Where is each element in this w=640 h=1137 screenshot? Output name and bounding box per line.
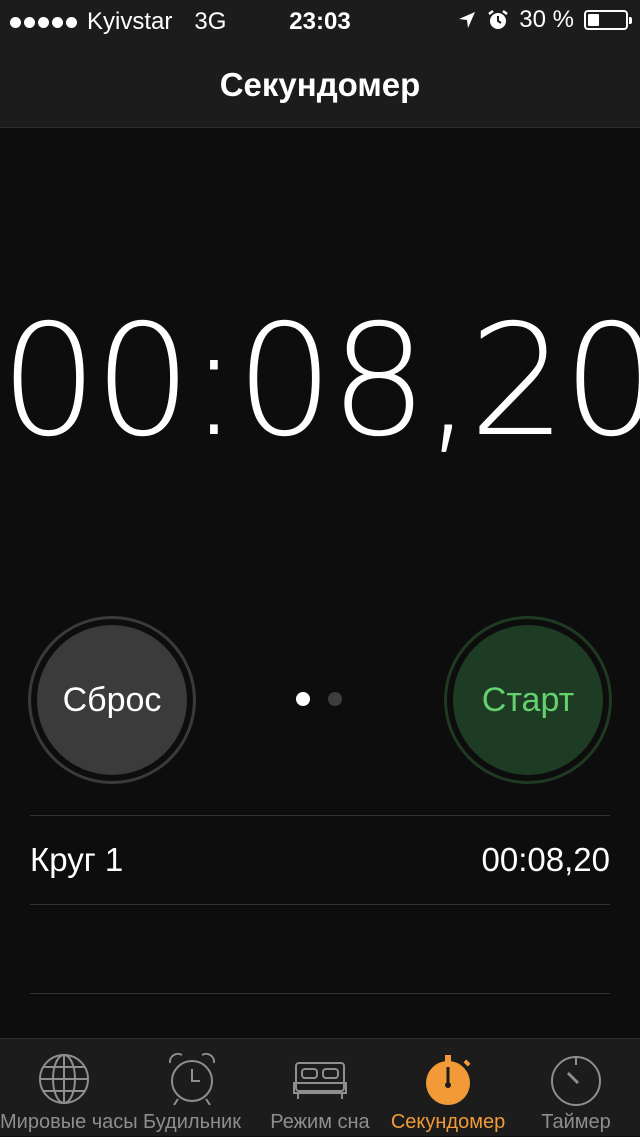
page-indicator[interactable] [296,692,342,706]
tab-bar: Мировые часы Будильник Режим сна Секундо… [0,1038,640,1136]
lap-divider [30,993,610,994]
tab-bedtime[interactable]: Режим сна [256,1039,384,1137]
lap-time: 00:08,20 [481,841,610,878]
battery-percent: 30 % [519,6,574,33]
reset-button[interactable]: Сброс [28,616,196,784]
lap-row: Круг 1 00:08,20 [30,816,610,904]
tab-label: Мировые часы [0,1111,138,1133]
tab-world-clock[interactable]: Мировые часы [0,1039,138,1137]
alarm-clock-icon [488,10,509,29]
start-button[interactable]: Старт [444,616,612,784]
page-title: Секундомер [219,66,421,103]
alarm-clock-icon [168,1052,216,1106]
location-arrow-icon [459,12,476,28]
lap-label: Круг 1 [30,841,124,878]
bed-icon [293,1062,347,1099]
status-bar: Kyivstar 3G 23:03 30 % [0,0,640,40]
navigation-bar: Секундомер [0,40,640,128]
battery-icon [584,10,632,30]
tab-timer[interactable]: Таймер [512,1039,640,1137]
tab-alarm[interactable]: Будильник [128,1039,256,1137]
status-right: 30 % [457,6,632,34]
page-dot-2 [328,692,342,706]
battery-level [588,14,599,26]
tab-label: Секундомер [390,1111,506,1133]
tab-label: Режим сна [270,1111,370,1133]
lap-divider [30,904,610,905]
reset-button-label: Сброс [37,625,187,775]
tab-label: Будильник [143,1111,241,1133]
page-dot-1 [296,692,310,706]
stopwatch-display: 00:08,20 [0,292,640,471]
globe-icon [39,1054,89,1104]
tab-label: Таймер [541,1111,611,1133]
timer-icon [551,1056,601,1106]
tab-stopwatch[interactable]: Секундомер [384,1039,512,1137]
stopwatch-icon [426,1055,471,1105]
start-button-label: Старт [453,625,603,775]
